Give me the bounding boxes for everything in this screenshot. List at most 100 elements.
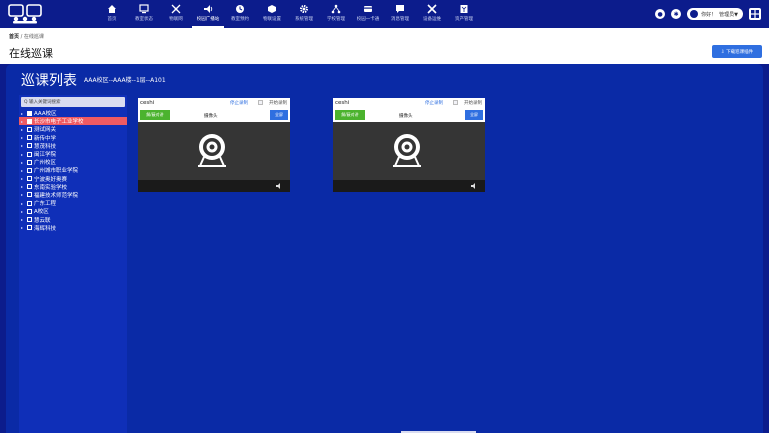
tree-item[interactable]: ▸ 测试网关 (19, 125, 127, 133)
tree-item[interactable]: ▸ 福建技术师范学院 (19, 191, 127, 199)
nav-item-8[interactable]: 学校管理 (320, 0, 352, 28)
expand-caret-icon[interactable]: ▸ (21, 119, 25, 124)
page-header: 首页 / 在线巡课 在线巡课 ⇩ 下载巡课插件 (0, 28, 769, 64)
expand-caret-icon[interactable]: ▸ (21, 160, 25, 165)
nav-item-10[interactable]: 消息管理 (384, 0, 416, 28)
expand-caret-icon[interactable]: ▸ (21, 225, 25, 230)
chat-icon[interactable]: ● (655, 9, 666, 19)
tree-item[interactable]: ▸ 慧云联 (19, 215, 127, 224)
settings-icon[interactable]: ✱ (671, 9, 682, 19)
expand-caret-icon[interactable]: ▸ (21, 168, 25, 173)
nav-item-3[interactable]: 物联网 (160, 0, 192, 28)
tree-list: ▸ AAA校区 ▸ 长沙市电子工业学校 ▸ 测试网关 ▸ 新传中学 ▸ 慧茂科技 ▸ 闽江学院 ▸ 广州校… (19, 109, 127, 232)
tree-checkbox[interactable] (27, 225, 32, 231)
tree-checkbox[interactable] (27, 208, 32, 214)
tree-item[interactable]: ▸ 闽江学院 (19, 150, 127, 158)
camera-label: 摄像头 (399, 114, 413, 119)
nav-item-label: 教室状态 (135, 17, 153, 22)
nav-item-6[interactable]: 物联设置 (256, 0, 288, 28)
tree-checkbox[interactable] (27, 126, 32, 132)
breadcrumb-home[interactable]: 首页 (9, 34, 19, 40)
expand-caret-icon[interactable]: ▸ (21, 152, 25, 157)
nav-item-9[interactable]: 校园一卡通 (352, 0, 384, 28)
expand-caret-icon[interactable]: ▸ (21, 201, 25, 206)
tree-item[interactable]: ▸ 海辉科技 (19, 224, 127, 232)
user-greeting: 你好！ (701, 11, 717, 18)
tree-item-label: 宁波奥好奥赛 (34, 176, 68, 183)
record-checkbox[interactable] (453, 100, 458, 105)
nav-item-label: 校园广播站 (196, 17, 220, 22)
tree-checkbox[interactable] (27, 159, 32, 165)
record-checkbox[interactable] (258, 100, 263, 105)
tree-search-input[interactable]: Q 输入关键词搜索 (21, 97, 125, 107)
tree-item[interactable]: ▸ 广州校区 (19, 158, 127, 166)
tree-item-label: 广州城市职业学院 (34, 168, 79, 175)
tree-item-label: 东南实验学校 (34, 184, 68, 191)
tree-item[interactable]: ▸ 广州城市职业学院 (19, 166, 127, 174)
tree-checkbox[interactable] (27, 184, 32, 190)
camera-card: ceshi 停止录制 开始录制 解/蔽对讲 摄像头 全屏 (138, 98, 290, 192)
tree-item[interactable]: ▸ AAA校区 (19, 109, 127, 117)
nav-item-5[interactable]: 教室预约 (224, 0, 256, 28)
tree-item[interactable]: ▸ 新传中学 (19, 134, 127, 142)
tree-checkbox[interactable] (27, 217, 32, 223)
expand-caret-icon[interactable]: ▸ (21, 176, 25, 181)
start-recording-label: 开始录制 (464, 101, 482, 106)
nav-item-label: 校园一卡通 (356, 17, 380, 22)
tree-item[interactable]: ▸ 宁波奥好奥赛 (19, 175, 127, 183)
tree-item[interactable]: ▸ 广东工程 (19, 199, 127, 207)
tree-checkbox[interactable] (27, 110, 32, 116)
video-area[interactable] (138, 122, 290, 192)
camera-caption: ceshi (335, 100, 350, 106)
expand-caret-icon[interactable]: ▸ (21, 184, 25, 189)
main-nav: 首页 教室状态 物联网 校园广播站 教室预约 物联设置 系统管理 学校管理 校园一卡通 消息管理 设… (96, 0, 480, 28)
expand-caret-icon[interactable]: ▸ (21, 192, 25, 197)
tree-checkbox[interactable] (27, 192, 32, 198)
intercom-button[interactable]: 解/蔽对讲 (335, 110, 365, 120)
camera-toolbar: 解/蔽对讲 摄像头 全屏 (138, 110, 290, 122)
tree-checkbox[interactable] (27, 176, 32, 182)
tree-item[interactable]: ▸ A校区 (19, 207, 127, 215)
camera-label: 摄像头 (204, 114, 218, 119)
video-area[interactable] (333, 122, 485, 192)
card-icon (363, 4, 373, 14)
webcam-icon (393, 134, 421, 167)
tree-item[interactable]: ▸ 长沙市电子工业学校 (19, 117, 127, 126)
fullscreen-button[interactable]: 全屏 (465, 110, 483, 120)
nav-item-12[interactable]: 资产管理 (448, 0, 480, 28)
tools-icon (427, 4, 437, 14)
volume-icon[interactable] (471, 183, 477, 189)
nav-item-7[interactable]: 系统管理 (288, 0, 320, 28)
download-plugin-button[interactable]: ⇩ 下载巡课插件 (712, 45, 762, 58)
nav-item-1[interactable]: 首页 (96, 0, 128, 28)
nav-item-4[interactable]: 校园广播站 (192, 0, 224, 28)
stop-recording-link[interactable]: 停止录制 (230, 100, 248, 106)
nav-item-label: 物联网 (169, 17, 183, 22)
tree-checkbox[interactable] (27, 143, 32, 149)
intercom-button[interactable]: 解/蔽对讲 (140, 110, 170, 120)
fullscreen-button[interactable]: 全屏 (270, 110, 288, 120)
nav-item-11[interactable]: 设备运维 (416, 0, 448, 28)
asset-icon (459, 4, 469, 14)
expand-caret-icon[interactable]: ▸ (21, 143, 25, 148)
avatar (690, 10, 699, 18)
expand-caret-icon[interactable]: ▸ (21, 209, 25, 214)
cube-icon (267, 4, 277, 14)
tree-item[interactable]: ▸ 东南实验学校 (19, 183, 127, 191)
expand-caret-icon[interactable]: ▸ (21, 127, 25, 132)
nav-item-2[interactable]: 教室状态 (128, 0, 160, 28)
stop-recording-link[interactable]: 停止录制 (425, 100, 443, 106)
user-menu[interactable]: 你好！ 管理员▼ (687, 8, 743, 20)
tree-item[interactable]: ▸ 慧茂科技 (19, 142, 127, 150)
volume-icon[interactable] (276, 183, 282, 189)
tree-checkbox[interactable] (27, 167, 32, 173)
expand-caret-icon[interactable]: ▸ (21, 135, 25, 140)
tree-checkbox[interactable] (27, 135, 32, 141)
expand-caret-icon[interactable]: ▸ (21, 111, 25, 116)
tree-checkbox[interactable] (27, 151, 32, 157)
tree-checkbox[interactable] (27, 118, 32, 124)
expand-caret-icon[interactable]: ▸ (21, 217, 25, 222)
apps-grid-icon[interactable] (749, 8, 761, 20)
breadcrumb: 首页 / 在线巡课 (9, 33, 44, 40)
tree-checkbox[interactable] (27, 200, 32, 206)
